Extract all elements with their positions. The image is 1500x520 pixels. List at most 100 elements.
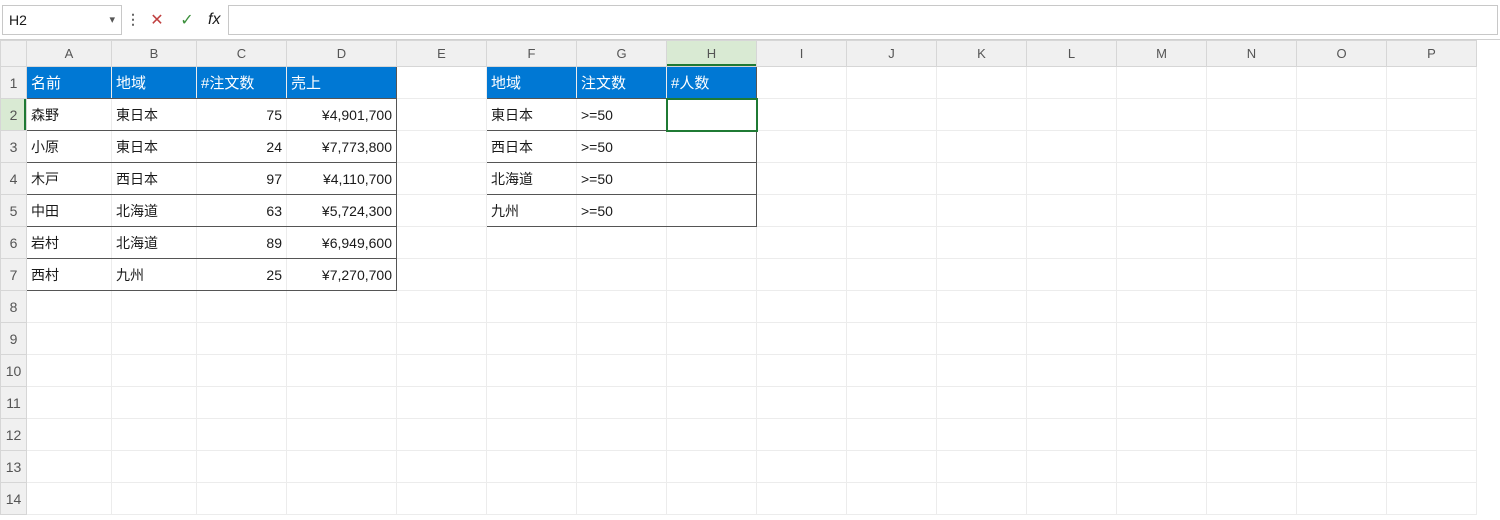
name-box[interactable]: H2 ▾: [2, 5, 122, 35]
cell-O8[interactable]: [1297, 291, 1387, 323]
cell-H11[interactable]: [667, 387, 757, 419]
cell-J11[interactable]: [847, 387, 937, 419]
table1-cell[interactable]: ¥7,270,700: [287, 259, 397, 291]
cell-A9[interactable]: [27, 323, 112, 355]
cell-K9[interactable]: [937, 323, 1027, 355]
table1-cell[interactable]: 北海道: [112, 227, 197, 259]
table1-cell[interactable]: 北海道: [112, 195, 197, 227]
row-header-2[interactable]: 2: [1, 99, 27, 131]
table2-cell[interactable]: >=50: [577, 99, 667, 131]
col-header-K[interactable]: K: [937, 41, 1027, 67]
table2-cell[interactable]: 西日本: [487, 131, 577, 163]
cell-P1[interactable]: [1387, 67, 1477, 99]
cell-P3[interactable]: [1387, 131, 1477, 163]
cell-I11[interactable]: [757, 387, 847, 419]
chevron-down-icon[interactable]: ▾: [109, 13, 115, 26]
col-header-F[interactable]: F: [487, 41, 577, 67]
cell-A10[interactable]: [27, 355, 112, 387]
cell-J6[interactable]: [847, 227, 937, 259]
cell-B8[interactable]: [112, 291, 197, 323]
cell-E3[interactable]: [397, 131, 487, 163]
cell-F10[interactable]: [487, 355, 577, 387]
cell-G14[interactable]: [577, 483, 667, 515]
table1-cell[interactable]: 森野: [27, 99, 112, 131]
table2-cell[interactable]: [667, 163, 757, 195]
cell-J12[interactable]: [847, 419, 937, 451]
cell-I13[interactable]: [757, 451, 847, 483]
table1-cell[interactable]: ¥6,949,600: [287, 227, 397, 259]
cell-I6[interactable]: [757, 227, 847, 259]
cell-E8[interactable]: [397, 291, 487, 323]
cell-G6[interactable]: [577, 227, 667, 259]
cell-E9[interactable]: [397, 323, 487, 355]
cell-C14[interactable]: [197, 483, 287, 515]
fx-icon[interactable]: fx: [204, 10, 224, 29]
cell-I14[interactable]: [757, 483, 847, 515]
cell-G11[interactable]: [577, 387, 667, 419]
cell-I8[interactable]: [757, 291, 847, 323]
row-header-1[interactable]: 1: [1, 67, 27, 99]
cell-B14[interactable]: [112, 483, 197, 515]
cell-F7[interactable]: [487, 259, 577, 291]
cell-M1[interactable]: [1117, 67, 1207, 99]
cell-F12[interactable]: [487, 419, 577, 451]
cell-N4[interactable]: [1207, 163, 1297, 195]
cell-E6[interactable]: [397, 227, 487, 259]
cell-H12[interactable]: [667, 419, 757, 451]
cell-O11[interactable]: [1297, 387, 1387, 419]
cell-B11[interactable]: [112, 387, 197, 419]
cell-P2[interactable]: [1387, 99, 1477, 131]
row-header-8[interactable]: 8: [1, 291, 27, 323]
cell-I2[interactable]: [757, 99, 847, 131]
cell-C8[interactable]: [197, 291, 287, 323]
cell-M4[interactable]: [1117, 163, 1207, 195]
table2-cell[interactable]: [667, 195, 757, 227]
cell-N2[interactable]: [1207, 99, 1297, 131]
cell-G7[interactable]: [577, 259, 667, 291]
row-header-12[interactable]: 12: [1, 419, 27, 451]
cell-M6[interactable]: [1117, 227, 1207, 259]
cell-M5[interactable]: [1117, 195, 1207, 227]
cell-K7[interactable]: [937, 259, 1027, 291]
cell-I9[interactable]: [757, 323, 847, 355]
col-header-O[interactable]: O: [1297, 41, 1387, 67]
cell-F8[interactable]: [487, 291, 577, 323]
cell-K6[interactable]: [937, 227, 1027, 259]
cell-I1[interactable]: [757, 67, 847, 99]
col-header-L[interactable]: L: [1027, 41, 1117, 67]
cell-P8[interactable]: [1387, 291, 1477, 323]
cell-I4[interactable]: [757, 163, 847, 195]
cell-C9[interactable]: [197, 323, 287, 355]
col-header-D[interactable]: D: [287, 41, 397, 67]
cell-E10[interactable]: [397, 355, 487, 387]
cell-E2[interactable]: [397, 99, 487, 131]
cell-B10[interactable]: [112, 355, 197, 387]
table1-cell[interactable]: ¥5,724,300: [287, 195, 397, 227]
cell-O6[interactable]: [1297, 227, 1387, 259]
cell-J8[interactable]: [847, 291, 937, 323]
table2-cell[interactable]: 九州: [487, 195, 577, 227]
table1-cell[interactable]: 西村: [27, 259, 112, 291]
table1-cell[interactable]: ¥4,901,700: [287, 99, 397, 131]
cell-L12[interactable]: [1027, 419, 1117, 451]
cell-L2[interactable]: [1027, 99, 1117, 131]
cell-E5[interactable]: [397, 195, 487, 227]
row-header-6[interactable]: 6: [1, 227, 27, 259]
table1-cell[interactable]: 63: [197, 195, 287, 227]
table1-cell[interactable]: 東日本: [112, 99, 197, 131]
cell-G8[interactable]: [577, 291, 667, 323]
cell-H14[interactable]: [667, 483, 757, 515]
table1-cell[interactable]: 岩村: [27, 227, 112, 259]
table1-header[interactable]: #注文数: [197, 67, 287, 99]
cell-P12[interactable]: [1387, 419, 1477, 451]
cell-H13[interactable]: [667, 451, 757, 483]
table2-cell[interactable]: Ⅰ: [667, 99, 757, 131]
table1-header[interactable]: 売上: [287, 67, 397, 99]
cell-I3[interactable]: [757, 131, 847, 163]
row-header-10[interactable]: 10: [1, 355, 27, 387]
cell-L11[interactable]: [1027, 387, 1117, 419]
cell-E4[interactable]: [397, 163, 487, 195]
col-header-J[interactable]: J: [847, 41, 937, 67]
cell-O7[interactable]: [1297, 259, 1387, 291]
row-header-9[interactable]: 9: [1, 323, 27, 355]
